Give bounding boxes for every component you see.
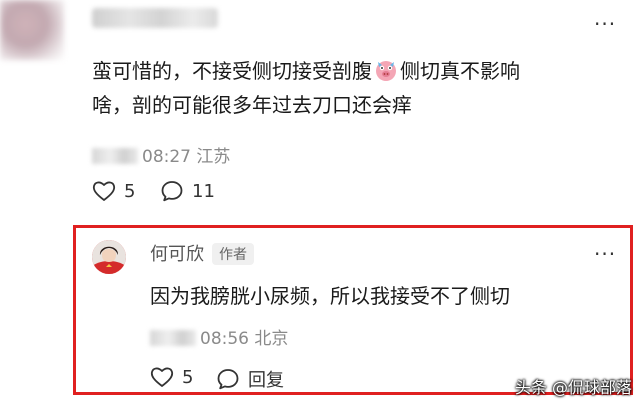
speech-bubble-icon: [161, 181, 183, 202]
reply-header: 何可欣 作者: [150, 240, 254, 266]
watermark-text: 头条 @侃球部落: [514, 378, 632, 397]
comment-time: 08:27: [142, 147, 191, 167]
heart-icon: [92, 181, 116, 201]
reply-label: 回复: [248, 370, 284, 391]
blurred-date: [150, 330, 196, 346]
comment-text-part2: 侧切真不影响: [400, 59, 520, 83]
reply-like-button[interactable]: 5: [150, 366, 193, 388]
reply-location: 北京: [254, 329, 289, 349]
speech-bubble-icon: [217, 369, 239, 390]
reply-time: 08:56: [200, 329, 249, 349]
reply-meta: 08:56 北京: [150, 324, 288, 349]
pig-face-emoji-icon: [374, 58, 398, 82]
comment-button[interactable]: 11: [160, 180, 215, 202]
more-options-icon[interactable]: ···: [594, 14, 616, 34]
comment-text-part1: 蛮可惜的，不接受侧切接受剖腹: [92, 59, 372, 83]
author-avatar[interactable]: [92, 240, 126, 274]
comment-text-line2: 啥，剖的可能很多年过去刀口还会痒: [92, 93, 412, 117]
comment-text: 蛮可惜的，不接受侧切接受剖腹 侧切真不影响 啥，剖的可能很多年过去刀口还会痒: [92, 54, 622, 122]
reply-like-count: 5: [182, 366, 194, 388]
comment-meta: 08:27 江苏: [92, 142, 230, 167]
reply-more-options-icon[interactable]: ···: [594, 244, 616, 264]
comment-count: 11: [192, 180, 215, 202]
reply-button[interactable]: 回复: [216, 366, 284, 392]
commenter-name[interactable]: [92, 8, 218, 28]
author-badge: 作者: [212, 243, 254, 265]
blurred-date: [92, 148, 138, 164]
like-count: 5: [124, 180, 136, 202]
reply-text: 因为我膀胱小尿频，所以我接受不了侧切: [150, 284, 510, 308]
comment-location: 江苏: [196, 147, 231, 167]
heart-icon: [150, 367, 174, 387]
commenter-avatar[interactable]: [0, 0, 64, 60]
like-button[interactable]: 5: [92, 180, 135, 202]
author-name[interactable]: 何可欣: [150, 244, 204, 265]
